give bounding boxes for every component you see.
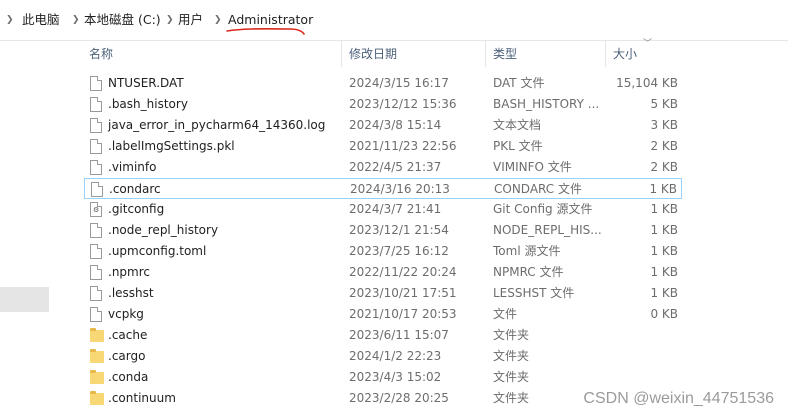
file-row[interactable]: .condarc 2024/3/16 20:13 CONDARC 文件 1 KB — [84, 178, 682, 199]
file-icon — [90, 244, 102, 259]
file-name: NTUSER.DAT — [108, 76, 184, 90]
file-icon — [90, 76, 102, 91]
file-name: .viminfo — [108, 160, 157, 174]
file-name: .node_repl_history — [108, 223, 219, 237]
file-row[interactable]: NTUSER.DAT 2024/3/15 16:17 DAT 文件 15,104 KB — [84, 73, 682, 94]
file-type: LESSHST 文件 — [493, 286, 575, 300]
file-size: 2 KB — [650, 139, 678, 153]
folder-icon — [90, 370, 104, 384]
file-type: 文件 — [493, 307, 518, 321]
file-icon — [90, 265, 102, 280]
file-modified-date: 2024/3/7 21:41 — [349, 202, 442, 216]
watermark: CSDN @weixin_44751536 — [583, 390, 774, 407]
file-size: 2 KB — [650, 160, 678, 174]
folder-icon — [90, 328, 104, 342]
file-modified-date: 2024/3/15 16:17 — [349, 76, 449, 90]
file-name: .upmconfig.toml — [108, 244, 207, 258]
file-size: 5 KB — [650, 97, 678, 111]
file-row[interactable]: .node_repl_history 2023/12/1 21:54 NODE_RE… — [84, 220, 682, 241]
file-modified-date: 2023/12/1 21:54 — [349, 223, 449, 237]
file-row[interactable]: .npmrc 2022/11/22 20:24 NPMRC 文件 1 KB — [84, 262, 682, 283]
file-row[interactable]: .upmconfig.toml 2023/7/25 16:12 Toml 源文件 1 … — [84, 241, 682, 262]
file-type: BASH_HISTORY ... — [493, 97, 600, 111]
file-modified-date: 2024/3/16 20:13 — [350, 182, 450, 196]
file-size: 1 KB — [650, 202, 678, 216]
file-row[interactable]: java_error_in_pycharm64_14360.log 2024/3/… — [84, 115, 682, 136]
file-row[interactable]: vcpkg 2021/10/17 20:53 文件 0 KB — [84, 304, 682, 325]
file-modified-date: 2024/1/2 22:23 — [349, 349, 442, 363]
file-modified-date: 2023/10/21 17:51 — [349, 286, 457, 300]
folder-row[interactable]: .conda 2023/4/3 15:02 文件夹 — [84, 367, 682, 388]
file-icon — [90, 307, 102, 322]
gear-file-icon: ⚙ — [90, 202, 102, 217]
file-name: .condarc — [109, 182, 161, 196]
folder-icon — [90, 349, 104, 363]
file-list: NTUSER.DAT 2024/3/15 16:17 DAT 文件 15,104 KB… — [0, 0, 788, 416]
file-modified-date: 2023/6/11 15:07 — [349, 328, 449, 342]
folder-row[interactable]: .cargo 2024/1/2 22:23 文件夹 — [84, 346, 682, 367]
file-name: .gitconfig — [108, 202, 165, 216]
file-size: 0 KB — [650, 307, 678, 321]
file-row[interactable]: .viminfo 2022/4/5 21:37 VIMINFO 文件 2 KB — [84, 157, 682, 178]
file-name: .labelImgSettings.pkl — [108, 139, 235, 153]
file-name: .lesshst — [108, 286, 154, 300]
gear-icon: ⚙ — [93, 206, 100, 214]
file-row[interactable]: ⚙ .gitconfig 2024/3/7 21:41 Git Config 源文件 1… — [84, 199, 682, 220]
file-icon — [90, 139, 102, 154]
file-size: 1 KB — [650, 286, 678, 300]
file-size: 1 KB — [650, 244, 678, 258]
file-modified-date: 2021/11/23 22:56 — [349, 139, 457, 153]
file-size: 1 KB — [649, 182, 677, 196]
file-size: 15,104 KB — [616, 76, 678, 90]
folder-icon — [90, 391, 104, 405]
file-name: .continuum — [108, 391, 176, 405]
file-icon — [90, 286, 102, 301]
file-name: .cache — [108, 328, 148, 342]
file-modified-date: 2023/4/3 15:02 — [349, 370, 442, 384]
file-icon — [90, 97, 102, 112]
file-name: vcpkg — [108, 307, 144, 321]
file-name: .npmrc — [108, 265, 150, 279]
file-name: .bash_history — [108, 97, 188, 111]
file-modified-date: 2022/4/5 21:37 — [349, 160, 442, 174]
file-type: 文件夹 — [493, 391, 530, 405]
file-icon — [91, 182, 103, 197]
file-modified-date: 2021/10/17 20:53 — [349, 307, 457, 321]
file-type: 文件夹 — [493, 328, 530, 342]
file-name: .conda — [108, 370, 149, 384]
file-row[interactable]: .labelImgSettings.pkl 2021/11/23 22:56 PKL… — [84, 136, 682, 157]
file-type: PKL 文件 — [493, 139, 543, 153]
file-type: NODE_REPL_HIS... — [493, 223, 602, 237]
file-type: CONDARC 文件 — [494, 182, 582, 196]
file-type: NPMRC 文件 — [493, 265, 564, 279]
file-type: 文件夹 — [493, 349, 530, 363]
file-icon — [90, 160, 102, 175]
file-type: Git Config 源文件 — [493, 202, 593, 216]
file-icon — [90, 223, 102, 238]
file-size: 3 KB — [650, 118, 678, 132]
file-name: .cargo — [108, 349, 146, 363]
file-modified-date: 2024/3/8 15:14 — [349, 118, 442, 132]
file-type: 文本文档 — [493, 118, 542, 132]
file-type: 文件夹 — [493, 370, 530, 384]
file-name: java_error_in_pycharm64_14360.log — [108, 118, 326, 132]
file-type: DAT 文件 — [493, 76, 545, 90]
file-type: VIMINFO 文件 — [493, 160, 572, 174]
file-row[interactable]: .lesshst 2023/10/21 17:51 LESSHST 文件 1 KB — [84, 283, 682, 304]
file-size: 1 KB — [650, 265, 678, 279]
text-file-icon — [90, 118, 102, 133]
file-modified-date: 2023/12/12 15:36 — [349, 97, 457, 111]
file-size: 1 KB — [650, 223, 678, 237]
file-modified-date: 2022/11/22 20:24 — [349, 265, 457, 279]
file-modified-date: 2023/7/25 16:12 — [349, 244, 449, 258]
file-modified-date: 2023/2/28 20:25 — [349, 391, 449, 405]
file-type: Toml 源文件 — [493, 244, 561, 258]
file-row[interactable]: .bash_history 2023/12/12 15:36 BASH_HISTOR… — [84, 94, 682, 115]
folder-row[interactable]: .cache 2023/6/11 15:07 文件夹 — [84, 325, 682, 346]
